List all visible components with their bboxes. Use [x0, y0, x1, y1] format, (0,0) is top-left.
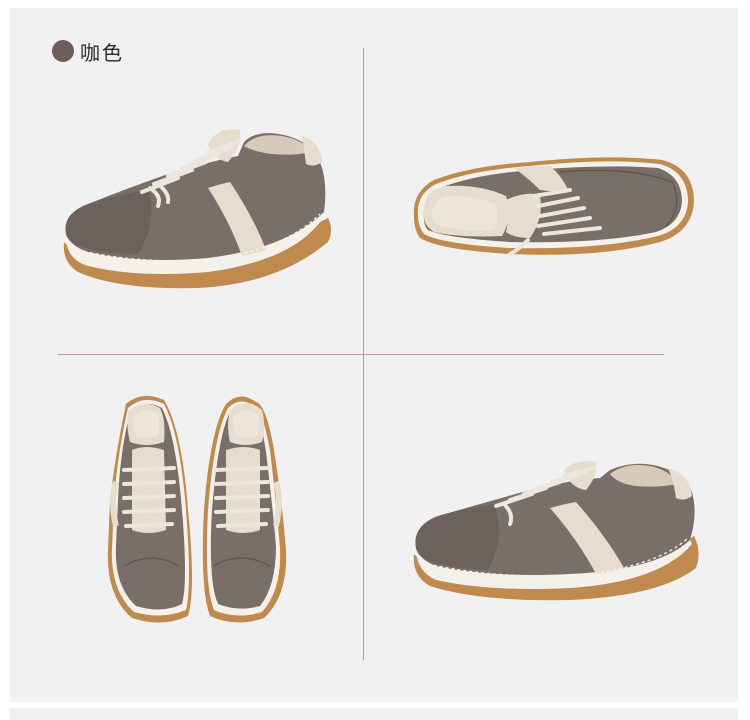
bottom-strip — [10, 708, 738, 720]
sneaker-side-icon — [413, 461, 699, 601]
sneaker-side-icon — [63, 129, 332, 289]
color-label: 咖色 — [52, 38, 124, 65]
sneaker-side-view-right — [410, 458, 702, 604]
color-name: 咖色 — [80, 40, 124, 65]
sneaker-top-angle-view — [410, 146, 696, 266]
divider-horizontal — [58, 354, 664, 355]
sneaker-side-view-left — [58, 122, 340, 298]
sneaker-pair-front-view — [102, 390, 292, 628]
sneaker-pair-front-icon — [107, 395, 287, 623]
sneaker-top-angle-icon — [413, 157, 694, 256]
color-swatch — [52, 40, 74, 62]
